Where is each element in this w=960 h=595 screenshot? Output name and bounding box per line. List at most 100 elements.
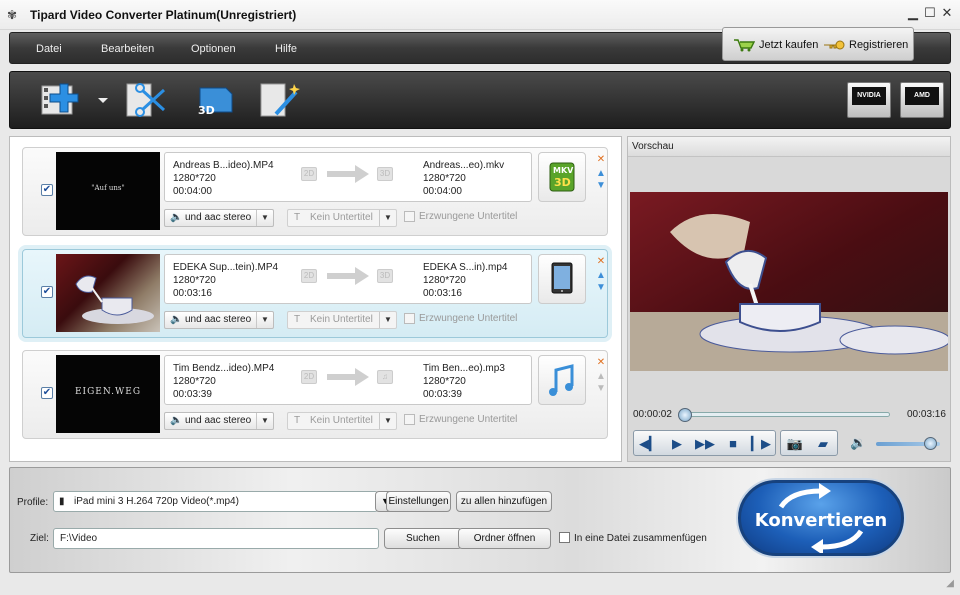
nvidia-badge[interactable]: NVIDIA bbox=[847, 82, 891, 118]
preview-video[interactable] bbox=[630, 192, 948, 371]
play-icon[interactable]: ▶ bbox=[666, 435, 688, 453]
register-button[interactable]: Registrieren bbox=[823, 38, 908, 52]
move-up-icon[interactable]: ▲ bbox=[595, 168, 607, 179]
source-resolution: 1280*720 bbox=[173, 173, 216, 184]
subtitle-select[interactable]: T Kein Untertitel ▼ bbox=[287, 209, 397, 227]
merge-label: In eine Datei zusammenfügen bbox=[574, 533, 707, 544]
remove-icon[interactable]: ✕ bbox=[595, 256, 607, 267]
move-down-icon[interactable]: ▼ bbox=[595, 180, 607, 191]
ipad-icon bbox=[551, 262, 573, 294]
output-info: Andreas...eo).mkv 1280*720 00:04:00 bbox=[423, 159, 504, 198]
file-row[interactable]: ✔ "Auf uns" Andreas B...ideo).MP4 1280*7… bbox=[22, 147, 608, 236]
current-time: 00:00:02 bbox=[633, 409, 672, 420]
file-thumbnail[interactable]: EIGEN.WEG bbox=[56, 355, 160, 433]
convert-arrow-icon bbox=[327, 267, 369, 285]
volume-icon[interactable]: 🔉 bbox=[850, 435, 866, 451]
output-info: EDEKA S...in).mp4 1280*720 00:03:16 bbox=[423, 261, 507, 300]
profile-label: Profile: bbox=[17, 497, 49, 508]
output-format-button[interactable] bbox=[538, 355, 586, 405]
forced-subtitle-checkbox[interactable]: Erzwungene Untertitel bbox=[404, 211, 517, 222]
move-down-icon[interactable]: ▼ bbox=[595, 383, 607, 394]
fast-forward-icon[interactable]: ▶▶ bbox=[694, 435, 716, 453]
add-video-icon bbox=[41, 83, 108, 115]
file-thumbnail[interactable]: "Auf uns" bbox=[56, 152, 160, 230]
browse-button[interactable]: Suchen bbox=[384, 528, 462, 549]
source-info: EDEKA Sup...tein).MP4 1280*720 00:03:16 bbox=[173, 261, 278, 300]
mode-2d-chip: 2D bbox=[301, 269, 317, 283]
source-duration: 00:04:00 bbox=[173, 186, 212, 197]
add-file-button[interactable] bbox=[40, 80, 108, 120]
buy-now-label: Jetzt kaufen bbox=[759, 39, 819, 51]
mode-2d-chip: 2D bbox=[301, 167, 317, 181]
forced-subtitle-checkbox[interactable]: Erzwungene Untertitel bbox=[404, 313, 517, 324]
output-name: Tim Ben...eo).mp3 bbox=[423, 363, 505, 374]
enhance-button[interactable] bbox=[258, 80, 304, 120]
output-duration: 00:04:00 bbox=[423, 186, 462, 197]
seek-handle[interactable] bbox=[678, 408, 692, 422]
remove-icon[interactable]: ✕ bbox=[595, 154, 607, 165]
chevron-down-icon: ▼ bbox=[256, 210, 273, 226]
speaker-icon: 🔈 bbox=[170, 212, 183, 223]
menu-hilfe[interactable]: Hilfe bbox=[275, 43, 297, 55]
file-row[interactable]: ✔ EDEKA Sup...tein).MP4 1280*720 00:03:1… bbox=[22, 249, 608, 338]
apply-to-all-button[interactable]: zu allen hinzufügen bbox=[456, 491, 552, 512]
menu-bearbeiten[interactable]: Bearbeiten bbox=[101, 43, 154, 55]
resize-grip-icon[interactable]: ◢ bbox=[946, 578, 954, 589]
volume-handle[interactable] bbox=[924, 437, 938, 450]
maximize-button[interactable]: ☐ bbox=[922, 5, 938, 21]
stop-icon[interactable]: ■ bbox=[722, 435, 744, 453]
file-checkbox[interactable]: ✔ bbox=[41, 387, 53, 399]
previous-frame-icon[interactable]: ◀▎ bbox=[638, 435, 660, 453]
menu-optionen[interactable]: Optionen bbox=[191, 43, 236, 55]
profile-select[interactable]: ▮ iPad mini 3 H.264 720p Video(*.mp4) bbox=[53, 491, 378, 512]
forced-subtitle-checkbox[interactable]: Erzwungene Untertitel bbox=[404, 414, 517, 425]
tea-scene-image bbox=[75, 275, 154, 324]
text-icon: T bbox=[294, 314, 301, 325]
volume-slider[interactable] bbox=[876, 437, 940, 450]
preview-title: Vorschau bbox=[628, 137, 950, 157]
audio-track-select[interactable]: 🔈 und aac stereo ▼ bbox=[164, 412, 274, 430]
output-name: EDEKA S...in).mp4 bbox=[423, 262, 508, 273]
edit-video-button[interactable] bbox=[124, 80, 170, 120]
snapshot-camera-icon[interactable]: 📷 bbox=[784, 435, 806, 453]
3d-settings-button[interactable]: 3D bbox=[192, 80, 238, 120]
file-checkbox[interactable]: ✔ bbox=[41, 184, 53, 196]
amd-badge[interactable]: AMD bbox=[900, 82, 944, 118]
minimize-button[interactable]: ▁ bbox=[905, 5, 921, 21]
remove-icon[interactable]: ✕ bbox=[595, 357, 607, 368]
destination-input[interactable]: F:\Video bbox=[53, 528, 379, 549]
mode-target-chip: ♫ bbox=[377, 370, 393, 384]
move-up-icon[interactable]: ▲ bbox=[595, 371, 607, 382]
convert-button[interactable]: Konvertieren bbox=[738, 480, 904, 556]
file-row[interactable]: ✔ EIGEN.WEG Tim Bendz...ideo).MP4 1280*7… bbox=[22, 350, 608, 439]
audio-track-select[interactable]: 🔈 und aac stereo ▼ bbox=[164, 209, 274, 227]
subtitle-select[interactable]: T Kein Untertitel ▼ bbox=[287, 311, 397, 329]
merge-checkbox[interactable] bbox=[559, 532, 570, 543]
3d-icon: 3D bbox=[198, 87, 233, 117]
app-icon: ✾ bbox=[7, 8, 18, 22]
seek-bar[interactable] bbox=[678, 408, 890, 422]
buy-now-button[interactable]: Jetzt kaufen bbox=[733, 38, 818, 52]
destination-label: Ziel: bbox=[30, 533, 49, 544]
next-frame-icon[interactable]: ▎▶ bbox=[750, 435, 772, 453]
text-icon: T bbox=[294, 212, 301, 223]
open-folder-button[interactable]: Ordner öffnen bbox=[458, 528, 551, 549]
chevron-down-icon: ▼ bbox=[379, 210, 396, 226]
svg-text:3D: 3D bbox=[554, 176, 571, 189]
move-up-icon[interactable]: ▲ bbox=[595, 270, 607, 281]
chevron-down-icon: ▼ bbox=[256, 413, 273, 429]
file-thumbnail[interactable] bbox=[56, 254, 160, 332]
output-format-button[interactable]: MKV 3D bbox=[538, 152, 586, 202]
audio-track-select[interactable]: 🔈 und aac stereo ▼ bbox=[164, 311, 274, 329]
close-button[interactable]: ✕ bbox=[939, 5, 955, 21]
move-down-icon[interactable]: ▼ bbox=[595, 282, 607, 293]
source-duration: 00:03:39 bbox=[173, 389, 212, 400]
file-checkbox[interactable]: ✔ bbox=[41, 286, 53, 298]
open-snapshot-folder-icon[interactable]: ▰ bbox=[812, 435, 834, 453]
magic-wand-film-icon bbox=[260, 83, 300, 117]
output-format-button[interactable] bbox=[538, 254, 586, 304]
menu-datei[interactable]: Datei bbox=[36, 43, 62, 55]
settings-button[interactable]: Einstellungen bbox=[386, 491, 451, 512]
key-icon bbox=[824, 40, 845, 50]
subtitle-select[interactable]: T Kein Untertitel ▼ bbox=[287, 412, 397, 430]
